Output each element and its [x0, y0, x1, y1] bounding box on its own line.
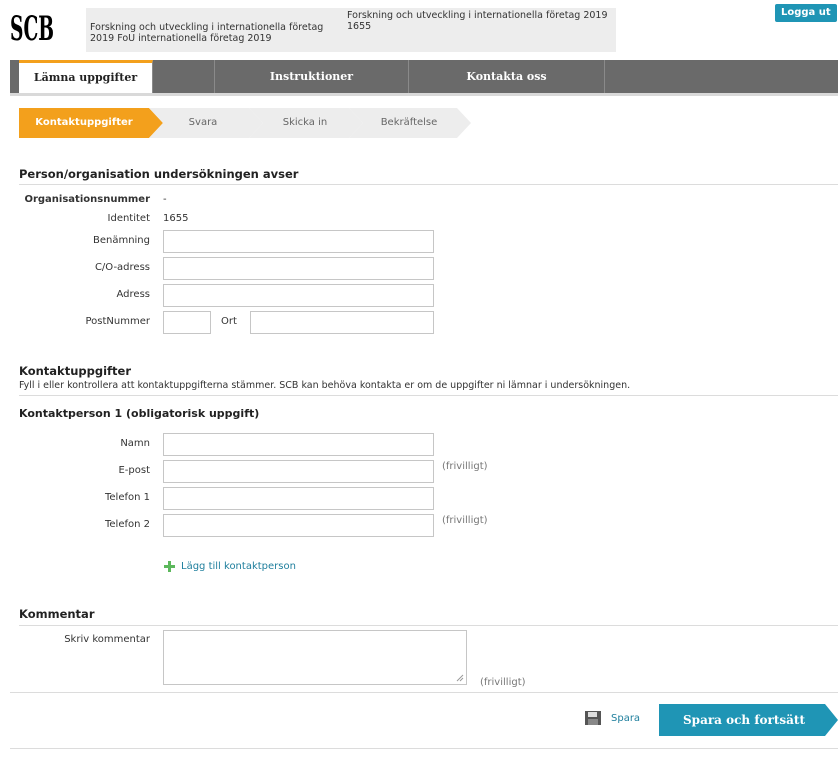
survey-respondent: Forskning och utveckling i internationel…	[347, 10, 608, 32]
save-button[interactable]: Spara	[585, 711, 640, 725]
contact-phone2-label: Telefon 2	[104, 519, 150, 530]
tab-instruktioner[interactable]: Instruktioner	[215, 60, 409, 93]
name-label: Benämning	[92, 235, 150, 246]
contact-name-input[interactable]	[163, 433, 434, 456]
city-input[interactable]	[250, 311, 434, 334]
contact-person-title: Kontaktperson 1 (obligatorisk uppgift)	[19, 407, 260, 420]
comment-textarea[interactable]	[163, 630, 467, 685]
tab-lamna-uppgifter[interactable]: Lämna uppgifter	[19, 60, 153, 93]
email-optional-hint: (frivilligt)	[442, 461, 488, 472]
divider	[19, 625, 838, 626]
scb-logo: SCB	[10, 6, 54, 49]
resize-grip-icon[interactable]	[456, 674, 464, 682]
contact-phone1-label: Telefon 1	[104, 492, 150, 503]
comment-label: Skriv kommentar	[64, 634, 150, 645]
progress-steps: Kontaktuppgifter Svara Skicka in Bekräft…	[19, 108, 479, 138]
divider	[19, 395, 838, 396]
tab-filler	[605, 60, 838, 93]
survey-name: Forskning och utveckling i internationel…	[90, 22, 324, 44]
divider	[10, 692, 838, 693]
org-name-input[interactable]	[163, 230, 434, 253]
co-address-label: C/O-adress	[94, 262, 150, 273]
divider	[10, 748, 838, 749]
contact-phone2-input[interactable]	[163, 514, 434, 537]
step-bekraftelse[interactable]: Bekräftelse	[349, 108, 471, 138]
address-label: Adress	[116, 289, 150, 300]
tab-spacer	[153, 60, 215, 93]
contact-description: Fyll i eller kontrollera att kontaktuppg…	[19, 380, 631, 391]
co-address-input[interactable]	[163, 257, 434, 280]
identity-value: 1655	[163, 213, 189, 224]
identity-label: Identitet	[107, 213, 150, 224]
contact-name-label: Namn	[120, 438, 150, 449]
orgnr-value: -	[163, 194, 167, 205]
logout-button[interactable]: Logga ut	[775, 4, 837, 22]
add-contact-person-link[interactable]: Lägg till kontaktperson	[164, 561, 296, 572]
postal-code-label: PostNummer	[85, 316, 151, 327]
postal-code-input[interactable]	[163, 311, 211, 334]
comment-section-title: Kommentar	[19, 607, 95, 621]
main-tabs: Lämna uppgifter Instruktioner Kontakta o…	[10, 60, 838, 96]
step-kontaktuppgifter[interactable]: Kontaktuppgifter	[19, 108, 163, 138]
organisation-section-title: Person/organisation undersökningen avser	[19, 167, 299, 181]
survey-info: Forskning och utveckling i internationel…	[86, 8, 616, 52]
comment-optional-hint: (frivilligt)	[480, 677, 526, 688]
save-and-continue-button[interactable]: Spara och fortsätt	[659, 704, 838, 736]
tab-kontakta-oss[interactable]: Kontakta oss	[409, 60, 605, 93]
step-skicka-in[interactable]: Skicka in	[249, 108, 363, 138]
divider	[19, 184, 838, 185]
city-label: Ort	[221, 316, 237, 327]
phone2-optional-hint: (frivilligt)	[442, 515, 488, 526]
address-input[interactable]	[163, 284, 434, 307]
contact-section-title: Kontaktuppgifter	[19, 364, 131, 378]
scb-logo-icon: SCB	[10, 9, 54, 49]
contact-email-label: E-post	[118, 465, 150, 476]
contact-phone1-input[interactable]	[163, 487, 434, 510]
floppy-disk-icon	[585, 711, 601, 725]
plus-icon	[164, 561, 175, 572]
step-svara[interactable]: Svara	[149, 108, 263, 138]
svg-text:SCB: SCB	[10, 9, 54, 44]
contact-email-input[interactable]	[163, 460, 434, 483]
orgnr-label: Organisationsnummer	[24, 194, 150, 205]
